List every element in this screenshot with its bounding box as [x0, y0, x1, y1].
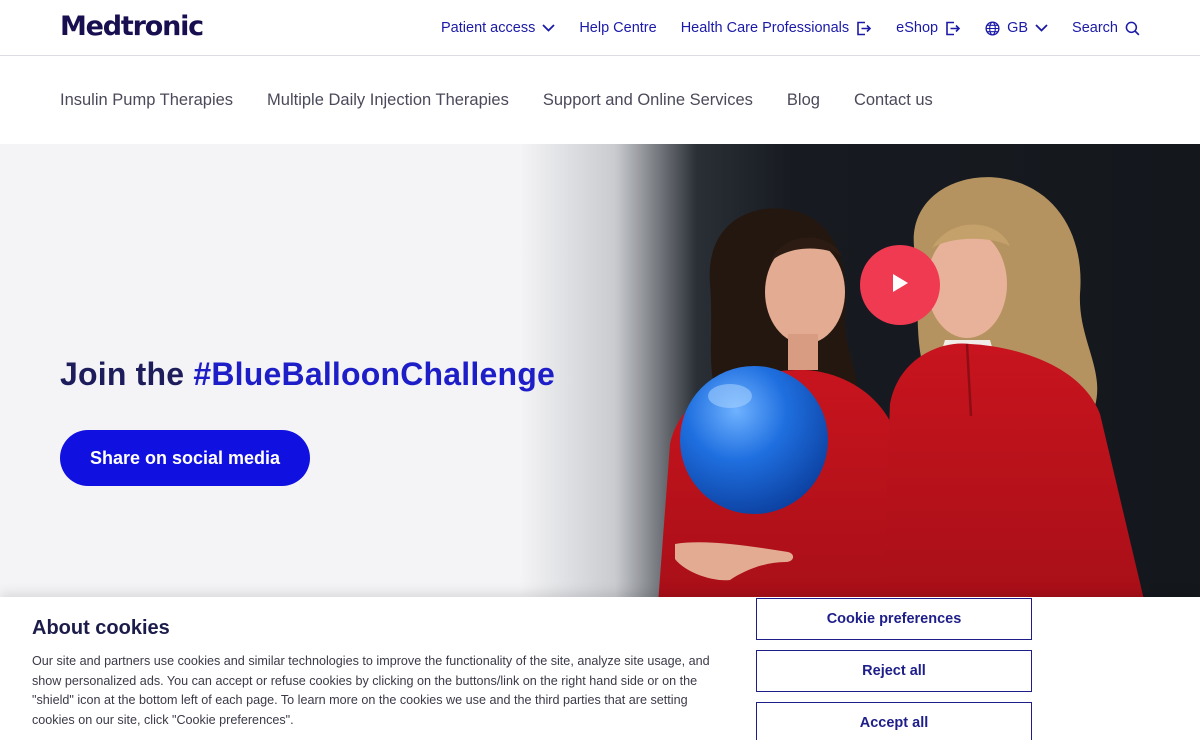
- nav-insulin-pump-therapies[interactable]: Insulin Pump Therapies: [60, 91, 233, 110]
- nav-blog[interactable]: Blog: [787, 91, 820, 110]
- cookie-preferences-button[interactable]: Cookie preferences: [756, 598, 1032, 640]
- hero-hashtag: #BlueBalloonChallenge: [193, 356, 555, 392]
- main-nav: Insulin Pump Therapies Multiple Daily In…: [60, 56, 933, 144]
- region-selector[interactable]: GB: [985, 20, 1048, 36]
- nav-multiple-daily-injection-therapies[interactable]: Multiple Daily Injection Therapies: [267, 91, 509, 110]
- search-icon: [1125, 21, 1140, 36]
- hero-title: Join the #BlueBalloonChallenge: [60, 356, 555, 393]
- patient-access-label: Patient access: [441, 20, 536, 36]
- utility-nav: Patient access Help Centre Health Care P…: [441, 0, 1140, 56]
- cookie-title: About cookies: [32, 617, 170, 639]
- chevron-down-icon: [542, 24, 555, 32]
- reject-all-button[interactable]: Reject all: [756, 650, 1032, 692]
- nav-contact-us[interactable]: Contact us: [854, 91, 933, 110]
- cookie-banner: About cookies Our site and partners use …: [0, 597, 1200, 740]
- nav-support-online-services[interactable]: Support and Online Services: [543, 91, 753, 110]
- patient-access-menu[interactable]: Patient access: [441, 20, 555, 36]
- eshop-link[interactable]: eShop: [896, 20, 961, 36]
- eshop-label: eShop: [896, 20, 939, 36]
- medtronic-logo[interactable]: Medtronic: [60, 11, 204, 42]
- cookie-text: Our site and partners use cookies and si…: [32, 654, 710, 727]
- hero-photo: [520, 144, 1200, 604]
- hero-title-prefix: Join the: [60, 356, 194, 392]
- share-social-button[interactable]: Share on social media: [60, 430, 310, 486]
- site-header: Medtronic Patient access Help Centre Hea…: [0, 0, 1200, 56]
- accept-all-button[interactable]: Accept all: [756, 702, 1032, 740]
- hcp-label: Health Care Professionals: [680, 20, 850, 36]
- play-icon: [890, 272, 910, 299]
- external-link-icon: [945, 21, 961, 36]
- external-link-icon: [856, 21, 872, 36]
- region-label: GB: [1007, 20, 1029, 36]
- globe-icon: [985, 20, 1000, 36]
- hero-banner: Join the #BlueBalloonChallenge Share on …: [0, 144, 1200, 604]
- hcp-link[interactable]: Health Care Professionals: [681, 20, 872, 36]
- help-centre-label: Help Centre: [579, 20, 657, 36]
- search-button[interactable]: Search: [1072, 20, 1140, 36]
- play-video-button[interactable]: [860, 245, 940, 325]
- chevron-down-icon: [1035, 24, 1048, 32]
- help-centre-link[interactable]: Help Centre: [579, 20, 656, 36]
- search-label: Search: [1072, 20, 1118, 36]
